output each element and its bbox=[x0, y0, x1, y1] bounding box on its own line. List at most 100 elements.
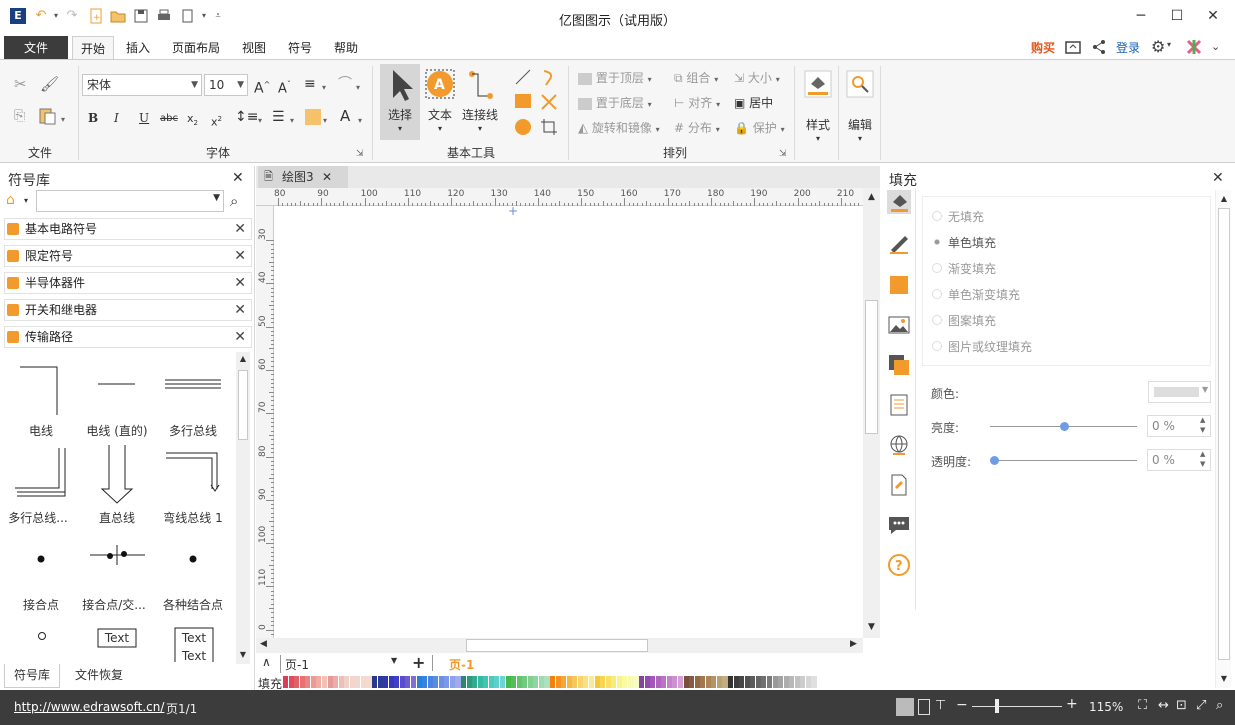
palette-swatch[interactable] bbox=[449, 676, 455, 688]
copy-icon[interactable]: ⎘ bbox=[14, 108, 25, 124]
palette-swatch[interactable] bbox=[505, 676, 511, 688]
bold-icon[interactable]: B bbox=[88, 110, 98, 126]
palette-swatch[interactable] bbox=[316, 676, 322, 688]
palette-swatch[interactable] bbox=[722, 676, 728, 688]
buy-link[interactable]: 购买 bbox=[1031, 39, 1055, 56]
palette-swatch[interactable] bbox=[511, 676, 517, 688]
page-tab[interactable]: 页-1 bbox=[449, 656, 474, 673]
scroll-thumb[interactable] bbox=[466, 639, 648, 652]
palette-swatch[interactable] bbox=[755, 676, 761, 688]
size-button[interactable]: ⇲ 大小 ▾ bbox=[734, 70, 790, 88]
format-painter-icon[interactable]: 🖌 bbox=[40, 76, 59, 92]
zoom-slider-knob[interactable] bbox=[995, 699, 999, 713]
symbol-item[interactable]: 各种结合点 bbox=[155, 596, 231, 613]
full-screen-icon[interactable]: ⤢ bbox=[1196, 698, 1206, 713]
color-picker[interactable]: ▼ bbox=[1148, 381, 1211, 403]
spacing-dropdown-icon[interactable]: ▾ bbox=[258, 113, 262, 129]
drawing-canvas[interactable]: + bbox=[274, 204, 862, 638]
page-view-icon[interactable] bbox=[918, 699, 930, 715]
palette-swatch[interactable] bbox=[310, 676, 316, 688]
spin-up-icon[interactable]: ▲ bbox=[1200, 450, 1205, 458]
palette-swatch[interactable] bbox=[466, 676, 472, 688]
tab-file-recovery[interactable]: 文件恢复 bbox=[66, 664, 132, 688]
palette-swatch[interactable] bbox=[360, 676, 366, 688]
cut-icon[interactable]: ✂ bbox=[14, 76, 27, 92]
palette-swatch[interactable] bbox=[533, 676, 539, 688]
minimize-icon[interactable]: ─ bbox=[1130, 6, 1152, 26]
library-category[interactable]: 基本电路符号 ✕ bbox=[4, 218, 252, 240]
palette-swatch[interactable] bbox=[321, 676, 327, 688]
fill-option-pattern[interactable]: 图案填充 bbox=[932, 312, 996, 329]
symbol-text-sample[interactable]: Text bbox=[175, 649, 213, 662]
palette-swatch[interactable] bbox=[399, 676, 405, 688]
palette-swatch[interactable] bbox=[405, 676, 411, 688]
palette-swatch[interactable] bbox=[344, 676, 350, 688]
brightness-slider[interactable] bbox=[990, 422, 1137, 431]
fill-panel-scrollbar[interactable]: ▲ ▼ bbox=[1215, 190, 1231, 688]
help-icon[interactable]: ? bbox=[887, 553, 911, 577]
palette-swatch[interactable] bbox=[666, 676, 672, 688]
palette-swatch[interactable] bbox=[438, 676, 444, 688]
palette-swatch[interactable] bbox=[677, 676, 683, 688]
font-dialog-launcher-icon[interactable]: ⇲ bbox=[356, 146, 364, 162]
superscript-icon[interactable]: x2 bbox=[211, 111, 222, 131]
library-category[interactable]: 半导体器件 ✕ bbox=[4, 272, 252, 294]
tab-page-layout[interactable]: 页面布局 bbox=[164, 36, 228, 60]
palette-swatch[interactable] bbox=[499, 676, 505, 688]
spin-down-icon[interactable]: ▼ bbox=[1200, 426, 1205, 434]
scroll-left-icon[interactable]: ◀ bbox=[260, 639, 267, 649]
palette-swatch[interactable] bbox=[644, 676, 650, 688]
palette-swatch[interactable] bbox=[544, 676, 550, 688]
palette-swatch[interactable] bbox=[611, 676, 617, 688]
canvas-horizontal-scrollbar[interactable]: ◀ ▶ bbox=[256, 638, 863, 653]
palette-swatch[interactable] bbox=[461, 676, 467, 688]
palette-swatch[interactable] bbox=[477, 676, 483, 688]
palette-swatch[interactable] bbox=[766, 676, 772, 688]
line-style-icon[interactable] bbox=[887, 232, 911, 256]
edit-button[interactable]: 编辑 ▾ bbox=[844, 68, 876, 148]
palette-swatch[interactable] bbox=[550, 676, 556, 688]
palette-swatch[interactable] bbox=[538, 676, 544, 688]
highlight-color-icon[interactable] bbox=[305, 109, 321, 125]
add-page-icon[interactable]: + bbox=[412, 653, 425, 672]
palette-swatch[interactable] bbox=[410, 676, 416, 688]
palette-swatch[interactable] bbox=[811, 676, 817, 688]
rectangle-tool-icon[interactable] bbox=[515, 94, 531, 108]
scroll-right-icon[interactable]: ▶ bbox=[850, 639, 857, 649]
align-button[interactable]: ⊢ 对齐 ▾ bbox=[674, 95, 732, 113]
palette-swatch[interactable] bbox=[444, 676, 450, 688]
close-category-icon[interactable]: ✕ bbox=[234, 327, 246, 347]
palette-swatch[interactable] bbox=[488, 676, 494, 688]
palette-swatch[interactable] bbox=[700, 676, 706, 688]
fill-option-gradient[interactable]: 渐变填充 bbox=[932, 260, 996, 277]
group-button[interactable]: ⧉ 组合 ▾ bbox=[674, 70, 732, 88]
palette-swatch[interactable] bbox=[355, 676, 361, 688]
ellipse-tool-icon[interactable] bbox=[515, 119, 531, 135]
palette-swatch[interactable] bbox=[627, 676, 633, 688]
crop-tool-icon[interactable] bbox=[540, 118, 558, 136]
scroll-up-icon[interactable]: ▲ bbox=[1216, 194, 1232, 203]
tab-symbol[interactable]: 符号 bbox=[280, 36, 320, 60]
library-category[interactable]: 限定符号 ✕ bbox=[4, 245, 252, 267]
font-color-dropdown-icon[interactable]: ▾ bbox=[358, 113, 362, 129]
layers-icon[interactable] bbox=[887, 353, 911, 377]
settings-dropdown-icon[interactable]: ▾ bbox=[1167, 40, 1171, 49]
tab-symbol-library[interactable]: 符号库 bbox=[4, 664, 60, 688]
tab-help[interactable]: 帮助 bbox=[326, 36, 366, 60]
transparency-slider[interactable] bbox=[990, 456, 1137, 465]
scroll-thumb[interactable] bbox=[865, 300, 878, 434]
align-dropdown-icon[interactable]: ▾ bbox=[322, 80, 326, 96]
highlight-dropdown-icon[interactable]: ▾ bbox=[323, 113, 327, 129]
palette-swatch[interactable] bbox=[783, 676, 789, 688]
italic-icon[interactable]: I bbox=[114, 110, 119, 126]
shadow-square-icon[interactable] bbox=[887, 273, 911, 297]
palette-swatch[interactable] bbox=[705, 676, 711, 688]
palette-swatch[interactable] bbox=[733, 676, 739, 688]
symbol-item[interactable]: 直总线 bbox=[79, 509, 155, 526]
palette-swatch[interactable] bbox=[283, 676, 289, 688]
symbol-item[interactable]: 接合点/交... bbox=[76, 596, 152, 613]
palette-swatch[interactable] bbox=[694, 676, 700, 688]
comment-icon[interactable] bbox=[887, 513, 911, 537]
library-category[interactable]: 传输路径 ✕ bbox=[4, 326, 252, 348]
palette-swatch[interactable] bbox=[366, 676, 372, 688]
